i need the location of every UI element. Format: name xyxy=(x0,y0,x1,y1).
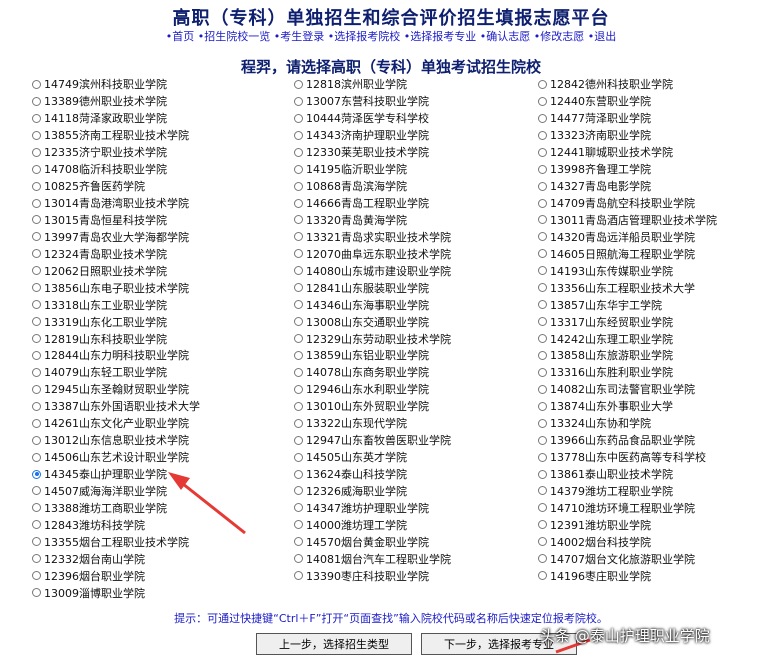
watermark: 头条 @泰山护理职业学院 xyxy=(540,627,710,645)
arrow-shaft xyxy=(177,478,246,535)
annotation-arrow xyxy=(168,472,591,654)
